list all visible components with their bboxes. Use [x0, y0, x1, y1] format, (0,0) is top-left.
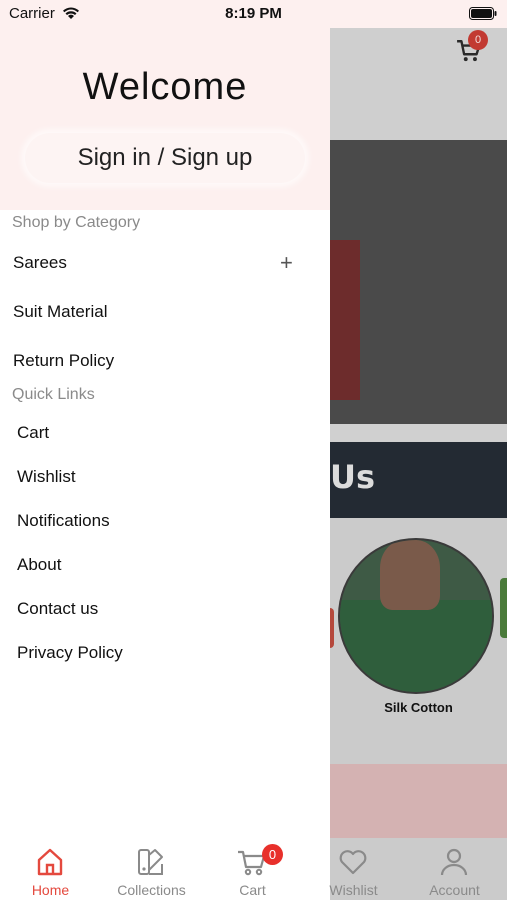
tab-account-label: Account — [429, 882, 480, 898]
link-wishlist[interactable]: Wishlist — [17, 467, 76, 487]
header-strip: 0 — [330, 28, 507, 140]
category-sarees[interactable]: Sarees — [13, 253, 67, 273]
tab-account[interactable]: Account — [404, 838, 505, 900]
section-heading: Us — [330, 458, 376, 496]
expand-plus-icon[interactable]: + — [280, 250, 293, 276]
clock: 8:19 PM — [225, 5, 282, 22]
status-bar: Carrier 8:19 PM — [0, 0, 507, 28]
background-content: 0 Us Silk Cotton — [330, 28, 507, 900]
tab-home-label: Home — [31, 882, 70, 898]
tab-home[interactable]: Home — [0, 838, 101, 900]
sign-in-button[interactable]: Sign in / Sign up — [25, 133, 305, 183]
tab-cart[interactable]: Cart — [202, 838, 303, 900]
collection-image[interactable] — [338, 538, 494, 694]
cart-badge: 0 — [468, 30, 488, 50]
home-icon — [37, 848, 63, 876]
promo-banner — [330, 764, 507, 839]
quick-links-heading: Quick Links — [12, 386, 95, 403]
collection-label[interactable]: Silk Cotton — [330, 700, 507, 715]
hero-banner[interactable] — [330, 140, 507, 424]
link-about[interactable]: About — [17, 555, 61, 575]
tab-cart-label: Cart — [239, 882, 266, 898]
heart-icon — [339, 850, 367, 875]
collections-icon — [138, 849, 163, 875]
link-cart[interactable]: Cart — [17, 423, 49, 443]
link-contact-us[interactable]: Contact us — [17, 599, 98, 619]
tab-collections[interactable]: Collections — [101, 838, 202, 900]
collections-carousel: Silk Cotton — [330, 518, 507, 764]
welcome-title: Welcome — [82, 66, 248, 108]
tab-bar: Home Collections Cart 0 Wishlist Account — [0, 838, 507, 900]
drawer-header: Welcome Sign in / Sign up — [0, 28, 330, 210]
category-suit-material[interactable]: Suit Material — [13, 302, 107, 322]
category-return-policy[interactable]: Return Policy — [13, 351, 114, 371]
tab-wishlist[interactable]: Wishlist — [303, 838, 404, 900]
shop-by-category-heading: Shop by Category — [12, 214, 141, 231]
account-icon — [440, 848, 468, 876]
tab-collections-label: Collections — [117, 882, 186, 898]
battery-icon — [469, 7, 497, 25]
side-drawer: Welcome Sign in / Sign up Shop by Catego… — [0, 28, 330, 900]
link-privacy-policy[interactable]: Privacy Policy — [17, 643, 123, 663]
tab-wishlist-label: Wishlist — [329, 882, 378, 898]
cart-count-badge: 0 — [262, 844, 283, 865]
link-notifications[interactable]: Notifications — [17, 511, 110, 531]
